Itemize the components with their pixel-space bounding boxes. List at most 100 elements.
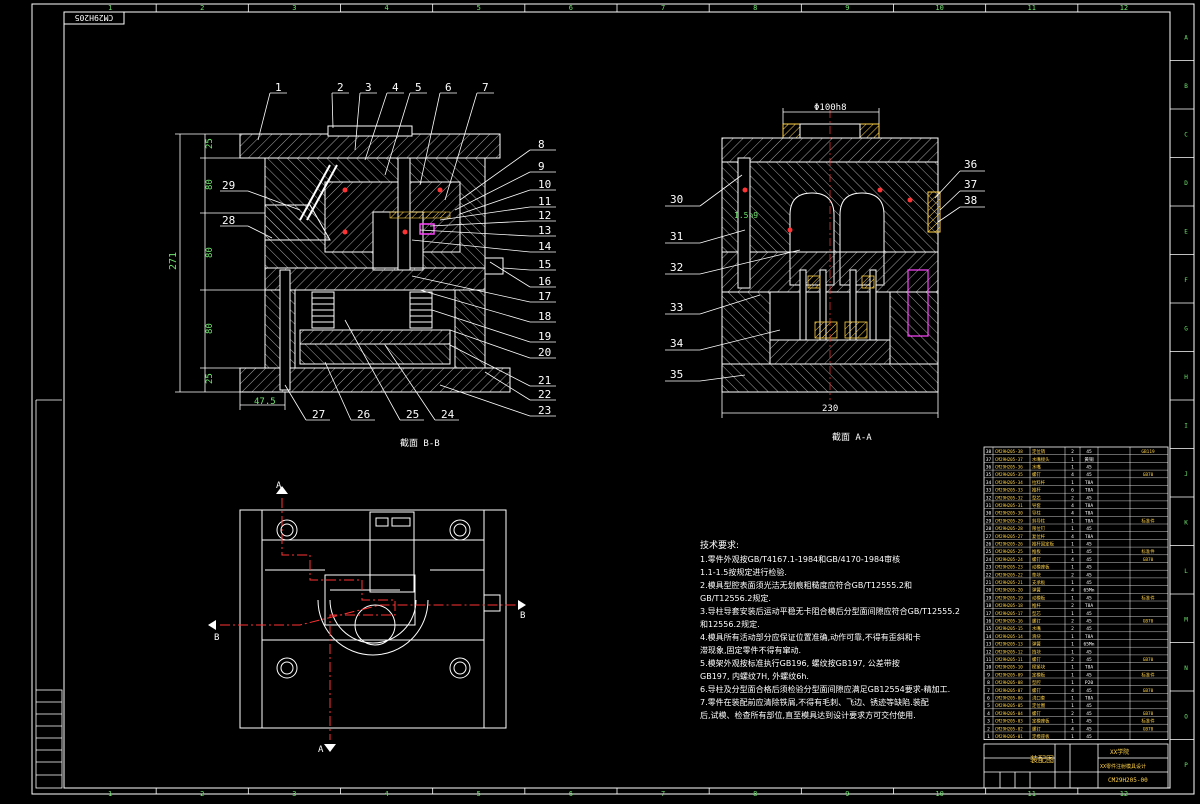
column-label: 8 (753, 790, 757, 798)
core-plate (264, 267, 486, 291)
bom-no: 12 (986, 649, 992, 655)
bb-part-number: 6 (445, 81, 452, 94)
bom-name: 推板 (1032, 548, 1041, 555)
bom-code: CM29H205-04 (995, 711, 1023, 716)
bom-row: 20 CM29H205-20 弹簧 4 65Mn (986, 587, 1095, 594)
bb-part-number: 2 (337, 81, 344, 94)
technical-notes: 技术要求: 1.零件外观按GB/T4167.1-1984和GB/4170-198… (700, 540, 960, 722)
aa-dim-top: Φ100h8 (814, 103, 847, 113)
bom-code: CM29H205-03 (995, 719, 1023, 724)
bom-code: CM29H205-13 (995, 642, 1023, 647)
bb-dim-25-bottom: 25 (205, 373, 215, 384)
row-label: D (1184, 180, 1188, 187)
bom-material: 黄铜 (1084, 456, 1094, 463)
bb-part-number: 7 (482, 81, 489, 94)
bom-row: 18 CM29H205-18 推杆 2 T8A (986, 602, 1094, 609)
column-label: 3 (292, 790, 296, 798)
bom-code: CM29H205-18 (995, 603, 1023, 608)
bom-material: 65Mn (1083, 642, 1094, 648)
bb-part-number: 26 (357, 408, 370, 421)
bom-no: 30 (986, 511, 992, 517)
bom-name: 螺钉 (1032, 656, 1041, 663)
bom-name: 垫块 (1032, 571, 1041, 578)
bom-material: T8A (1085, 603, 1094, 609)
notes-title: 技术要求: (700, 541, 740, 551)
bom-code: CM29H205-35 (995, 472, 1023, 477)
aa-part-number: 37 (964, 178, 977, 191)
bom-qty: 2 (1071, 657, 1074, 663)
bb-part-number: 28 (222, 214, 235, 227)
row-label: J (1184, 471, 1188, 478)
bom-material: 45 (1086, 565, 1092, 571)
bom-no: 19 (986, 595, 992, 601)
bom-no: 4 (987, 711, 990, 717)
bom-code: CM29H205-15 (995, 626, 1023, 631)
bom-row: 22 CM29H205-22 垫块 2 45 (986, 571, 1092, 578)
bom-row: 24 CM29H205-24 螺钉 4 45 GB70 (986, 556, 1154, 563)
column-label: 11 (1028, 4, 1036, 12)
row-label: B (1184, 83, 1188, 90)
bom-material: 45 (1086, 542, 1092, 548)
bom-code: CM29H205-08 (995, 680, 1023, 685)
column-label: 10 (935, 790, 943, 798)
bom-no: 11 (986, 657, 992, 663)
column-label: 12 (1120, 790, 1128, 798)
bom-qty: 1 (1071, 549, 1074, 555)
notes-line: 1.零件外观按GB/T4167.1-1984和GB/4170-1984审核 (700, 555, 901, 564)
section-aa-view: Φ100h8 230 1.5h9 截面 A-A (721, 103, 941, 443)
bom-code: CM29H205-05 (995, 703, 1023, 708)
bom-code: CM29H205-27 (995, 534, 1023, 539)
bom-code: CM29H205-10 (995, 665, 1023, 670)
bb-dim-25-top: 25 (205, 138, 215, 149)
bom-qty: 2 (1071, 603, 1074, 609)
bom-row: 36 CM29H205-36 水嘴 1 45 (986, 464, 1092, 471)
bom-row: 26 CM29H205-26 推杆固定板 1 45 (986, 541, 1092, 548)
bom-material: 65Mn (1083, 588, 1094, 594)
bb-part-number: 24 (441, 408, 455, 421)
bom-material: 45 (1086, 619, 1092, 625)
bom-name: 定位销 (1032, 448, 1046, 455)
notes-line: 4.模具所有活动部分应保证位置准确,动作可靠,不得有歪斜和卡 (700, 633, 921, 642)
bom-code: CM29H205-36 (995, 465, 1023, 470)
bom-no: 18 (986, 603, 992, 609)
bom-qty: 2 (1071, 495, 1074, 501)
bom-qty: 1 (1071, 703, 1074, 709)
bom-qty: 4 (1071, 557, 1074, 563)
column-label: 6 (569, 4, 573, 12)
bom-qty: 1 (1071, 672, 1074, 678)
bom-row: 27 CM29H205-27 复位杆 4 T8A (986, 533, 1094, 540)
column-label: 4 (384, 4, 388, 12)
bom-name: 推杆固定板 (1032, 541, 1055, 548)
bom-qty: 1 (1071, 649, 1074, 655)
plan-section-arrows (208, 486, 526, 752)
drawing-code: CM29H205 (75, 13, 114, 22)
plan-mark-a-top: A (276, 481, 282, 491)
bom-qty: 1 (1071, 734, 1074, 740)
notes-line: 1.1-1.5按规定进行检验. (700, 568, 787, 577)
bom-material: 45 (1086, 726, 1092, 732)
column-label: 12 (1120, 4, 1128, 12)
row-label: M (1184, 616, 1188, 623)
revision-strip (35, 399, 63, 789)
cad-drawing-viewport[interactable]: 1 2 3 4 5 6 7 8 9 10 11 12 1 2 3 4 5 6 7 8 9 10 11 12 ABCDEFGH… (0, 0, 1200, 800)
bom-qty: 1 (1071, 642, 1074, 648)
bom-no: 32 (986, 495, 992, 501)
bom-name: 推杆 (1032, 487, 1041, 494)
aa-part-number: 38 (964, 194, 977, 207)
bom-material: 45 (1086, 657, 1092, 663)
row-label: A (1184, 34, 1188, 41)
bb-part-number: 10 (538, 178, 551, 191)
bom-name: 支承板 (1032, 579, 1046, 586)
bom-material: 45 (1086, 465, 1092, 471)
bom-row: 10 CM29H205-10 楔紧块 1 T8A (986, 664, 1094, 671)
notes-line: 后,试模、检查所有部位,直至模具达到设计要求方可交付使用. (700, 711, 916, 720)
bom-note: GB70 (1143, 711, 1154, 717)
bom-qty: 4 (1071, 726, 1074, 732)
bom-row: 4 CM29H205-04 螺钉 2 45 GB70 (987, 710, 1154, 717)
bom-row: 13 CM29H205-13 弹簧 1 65Mn (986, 641, 1095, 648)
bom-name: 挡块 (1032, 648, 1041, 655)
bom-qty: 1 (1071, 665, 1074, 671)
column-label: 10 (935, 4, 943, 12)
bom-name: 螺钉 (1032, 556, 1041, 563)
bom-qty: 4 (1071, 534, 1074, 540)
